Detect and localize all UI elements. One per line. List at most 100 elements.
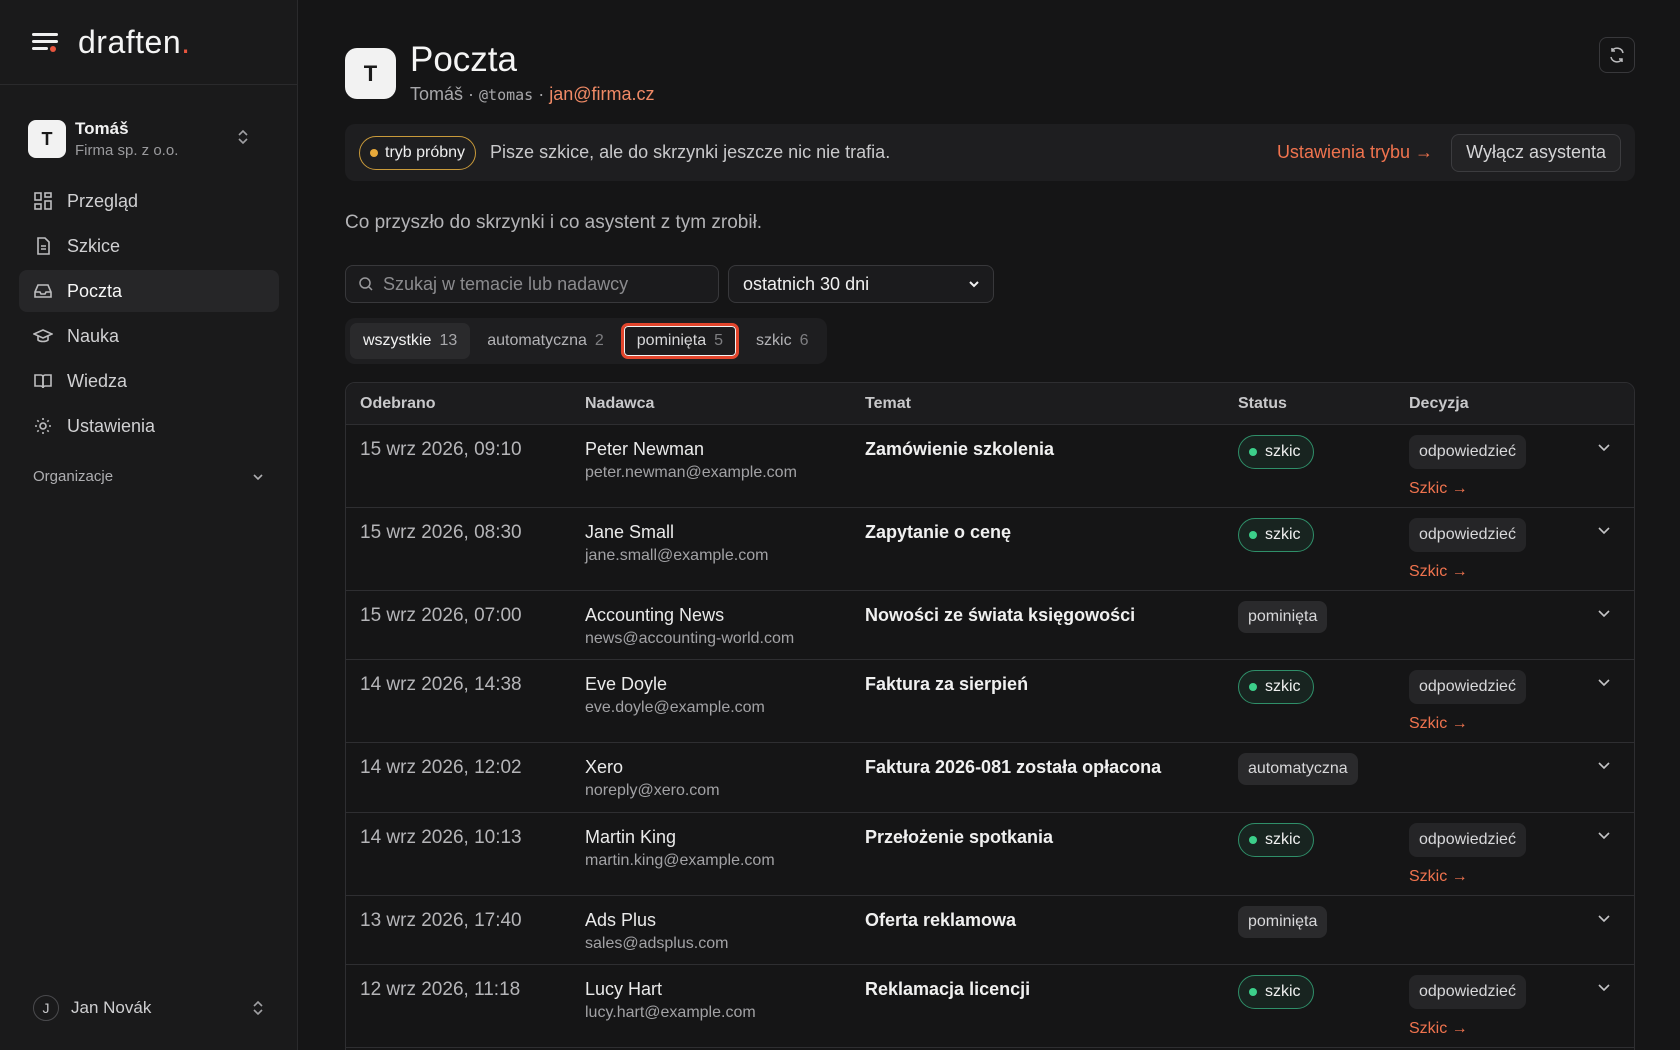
sidebar-item-label: Poczta (67, 280, 123, 301)
sidebar-item-label: Szkice (67, 235, 121, 256)
sender-email: eve.doyle@example.com (585, 699, 765, 716)
mail-subject: Zapytanie o cenę (865, 522, 1012, 542)
search-input[interactable] (383, 273, 703, 295)
expand-row-button[interactable] (1596, 827, 1612, 848)
menu-icon[interactable] (32, 31, 58, 53)
sender-email: lucy.hart@example.com (585, 1004, 756, 1021)
table-row[interactable]: 15 wrz 2026, 07:00 Accounting News news@a… (346, 591, 1634, 660)
sender-name: Eve Doyle (585, 674, 668, 694)
received-date: 14 wrz 2026, 12:02 (360, 757, 522, 778)
draft-link[interactable]: Szkic → (1409, 1020, 1526, 1038)
tab-automatyczna[interactable]: automatyczna 2 (474, 323, 617, 359)
table-row[interactable]: 14 wrz 2026, 10:13 Martin King martin.kin… (346, 813, 1634, 896)
sidebar-nav: Przegląd Szkice Poczta Nauka Wiedza Usta… (19, 180, 279, 450)
sender-name: Xero (585, 757, 624, 777)
sidebar-item-szkice[interactable]: Szkice (19, 225, 279, 267)
mail-subject: Reklamacja licencji (865, 979, 1031, 999)
dashboard-icon (34, 192, 52, 210)
expand-row-button[interactable] (1596, 979, 1612, 1000)
column-header-subject[interactable]: Temat (865, 395, 911, 413)
sender-email: sales@adsplus.com (585, 935, 729, 952)
sidebar-item-label: Przegląd (67, 190, 139, 211)
sidebar-item-label: Nauka (67, 325, 120, 346)
draft-link[interactable]: Szkic → (1409, 868, 1526, 886)
chevron-down-icon (969, 281, 979, 288)
decision-badge: odpowiedzieć (1409, 975, 1526, 1009)
expand-row-button[interactable] (1596, 674, 1612, 695)
table-row[interactable]: 12 wrz 2026, 11:18 Lucy Hart lucy.hart@ex… (346, 965, 1634, 1048)
page-title: Poczta (410, 40, 517, 79)
refresh-button[interactable] (1599, 37, 1635, 73)
sidebar-item-label: Wiedza (67, 370, 128, 391)
disable-assistant-button[interactable]: Wyłącz asystenta (1451, 133, 1621, 172)
account-info: Tomáš · @tomas · jan@firma.cz (410, 84, 655, 104)
chevron-updown-icon (238, 129, 248, 145)
period-select[interactable]: ostatnich 30 dni (728, 265, 994, 303)
received-date: 14 wrz 2026, 14:38 (360, 674, 522, 695)
organizations-label: Organizacje (33, 468, 114, 485)
chevron-down-icon (1598, 527, 1610, 535)
tab-szkic[interactable]: szkic 6 (743, 323, 821, 359)
draft-link[interactable]: Szkic → (1409, 563, 1526, 581)
tab-pominieta[interactable]: pominięta 5 (620, 323, 740, 359)
mail-subject: Przełożenie spotkania (865, 827, 1054, 847)
expand-row-button[interactable] (1596, 439, 1612, 460)
received-date: 13 wrz 2026, 17:40 (360, 910, 522, 931)
status-badge: szkic (1238, 670, 1314, 704)
search-icon (359, 277, 373, 291)
brand-bar: draften. (0, 0, 297, 85)
sidebar-item-nauka[interactable]: Nauka (19, 315, 279, 357)
tab-wszystkie[interactable]: wszystkie 13 (350, 323, 471, 359)
sidebar-item-label: Ustawienia (67, 415, 156, 436)
document-icon (37, 237, 50, 255)
avatar: J (33, 995, 59, 1021)
table-row[interactable]: 15 wrz 2026, 08:30 Jane Small jane.small@… (346, 508, 1634, 591)
mode-settings-link[interactable]: Ustawienia trybu → (1277, 142, 1433, 163)
sender-name: Jane Small (585, 522, 675, 542)
expand-row-button[interactable] (1596, 522, 1612, 543)
chevron-down-icon (1598, 984, 1610, 992)
sidebar-item-poczta[interactable]: Poczta (19, 270, 279, 312)
sidebar-item-przeglad[interactable]: Przegląd (19, 180, 279, 222)
org-company: Firma sp. z o.o. (75, 142, 179, 159)
status-badge: szkic (1238, 435, 1314, 469)
expand-row-button[interactable] (1596, 910, 1612, 931)
column-header-status[interactable]: Status (1238, 395, 1287, 413)
sidebar-item-ustawienia[interactable]: Ustawienia (19, 405, 279, 447)
received-date: 15 wrz 2026, 07:00 (360, 605, 522, 626)
chevron-down-icon (1598, 610, 1610, 618)
expand-row-button[interactable] (1596, 605, 1612, 626)
trial-mode-banner: tryb próbny Pisze szkice, ale do skrzynk… (345, 124, 1635, 181)
expand-row-button[interactable] (1596, 757, 1612, 778)
sender-email: news@accounting-world.com (585, 630, 795, 647)
mail-table: Odebrano Nadawca Temat Status Decyzja 15… (345, 382, 1635, 1050)
draft-link[interactable]: Szkic → (1409, 480, 1526, 498)
status-badge: szkic (1238, 823, 1314, 857)
column-header-decision[interactable]: Decyzja (1409, 395, 1469, 413)
sidebar-item-wiedza[interactable]: Wiedza (19, 360, 279, 402)
inbox-icon (34, 284, 52, 298)
organizations-section-toggle[interactable]: Organizacje (33, 468, 265, 485)
table-row[interactable]: 13 wrz 2026, 17:40 Ads Plus sales@adsplus… (346, 896, 1634, 965)
account-email: jan@firma.cz (549, 84, 655, 104)
column-header-received[interactable]: Odebrano (360, 395, 436, 413)
refresh-icon (1610, 47, 1624, 63)
table-row[interactable]: 14 wrz 2026, 14:38 Eve Doyle eve.doyle@ex… (346, 660, 1634, 743)
sender-name: Accounting News (585, 605, 725, 625)
org-switcher[interactable]: T Tomáš Firma sp. z o.o. (28, 116, 278, 162)
page-header: T Poczta Tomáš · @tomas · jan@firma.cz (345, 40, 655, 110)
brand-logo[interactable]: draften. (78, 24, 191, 61)
user-menu[interactable]: J Jan Novák (33, 994, 265, 1022)
mail-subject: Oferta reklamowa (865, 910, 1017, 930)
column-header-sender[interactable]: Nadawca (585, 395, 654, 413)
org-user-name: Tomáš (75, 119, 129, 138)
draft-link[interactable]: Szkic → (1409, 715, 1526, 733)
decision-badge: odpowiedzieć (1409, 670, 1526, 704)
chevron-down-icon (1598, 915, 1610, 923)
period-value: ostatnich 30 dni (743, 273, 870, 294)
table-row[interactable]: 15 wrz 2026, 09:10 Peter Newman peter.new… (346, 425, 1634, 508)
sender-email: martin.king@example.com (585, 852, 775, 869)
table-row[interactable]: 14 wrz 2026, 12:02 Xero noreply@xero.com … (346, 743, 1634, 813)
mail-subject: Faktura 2026-081 została opłacona (865, 757, 1162, 777)
gear-icon (35, 418, 51, 434)
